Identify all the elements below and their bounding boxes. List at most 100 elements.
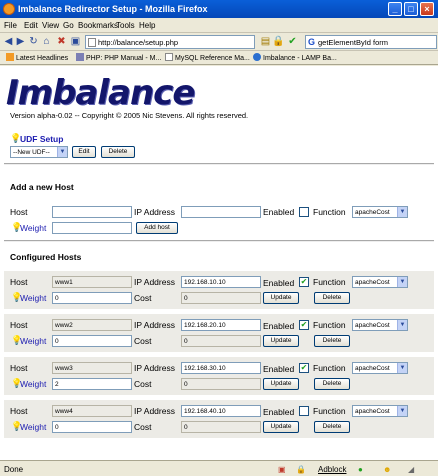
- menu-help[interactable]: Help: [139, 21, 155, 30]
- update-button[interactable]: Update: [263, 421, 299, 433]
- enabled-checkbox[interactable]: ✔: [299, 320, 309, 330]
- ip-input[interactable]: 192.168.10.10: [181, 276, 261, 288]
- weight-link[interactable]: Weight: [20, 336, 46, 346]
- delete-button[interactable]: Delete: [314, 421, 350, 433]
- home-icon[interactable]: ⌂: [41, 36, 52, 47]
- host-input[interactable]: www2: [52, 319, 132, 331]
- update-button[interactable]: Update: [263, 378, 299, 390]
- chevron-down-icon: ▼: [397, 320, 407, 330]
- adblock-label[interactable]: Adblock: [318, 465, 346, 474]
- bookmark-mysql-reference[interactable]: MySQL Reference Ma...: [165, 53, 250, 62]
- popup-blocked-icon[interactable]: ▣: [278, 465, 286, 474]
- weight-input[interactable]: 2: [52, 378, 132, 390]
- function-select[interactable]: apacheCost ▼: [352, 405, 408, 417]
- function-select[interactable]: apacheCost ▼: [352, 319, 408, 331]
- delete-button[interactable]: Delete: [314, 292, 350, 304]
- menu-tools[interactable]: Tools: [116, 21, 135, 30]
- close-button[interactable]: ×: [420, 2, 434, 16]
- forward-icon[interactable]: ▶: [15, 36, 26, 47]
- resize-grip-icon[interactable]: ◢: [408, 465, 414, 474]
- host-input[interactable]: www1: [52, 276, 132, 288]
- menu-go[interactable]: Go: [63, 21, 74, 30]
- url-bar[interactable]: http://balance/setup.php: [85, 35, 255, 49]
- function-label: Function: [313, 406, 346, 416]
- reload-icon[interactable]: ↻: [28, 36, 39, 47]
- ip-input[interactable]: 192.168.40.10: [181, 405, 261, 417]
- menu-file[interactable]: File: [4, 21, 17, 30]
- lightbulb-icon: 💡: [11, 421, 23, 431]
- new-function-select[interactable]: apacheCost ▼: [352, 206, 408, 218]
- bookmark-imbalance[interactable]: Imbalance - LAMP Ba...: [253, 53, 337, 62]
- ip-label: IP Address: [134, 363, 175, 373]
- update-button[interactable]: Update: [263, 292, 299, 304]
- udf-edit-button[interactable]: Edit: [72, 146, 96, 158]
- new-host-input[interactable]: [52, 206, 132, 218]
- weight-link[interactable]: Weight: [20, 422, 46, 432]
- udf-setup-link[interactable]: UDF Setup: [20, 134, 63, 144]
- status-text: Done: [4, 465, 24, 474]
- enabled-checkbox[interactable]: ✔: [299, 277, 309, 287]
- weight-input[interactable]: 0: [52, 335, 132, 347]
- menu-edit[interactable]: Edit: [24, 21, 38, 30]
- bookmark-latest-headlines[interactable]: Latest Headlines: [6, 53, 68, 62]
- url-text: http://balance/setup.php: [98, 38, 179, 47]
- menu-bookmarks[interactable]: Bookmarks: [78, 21, 118, 30]
- host-label: Host: [10, 207, 28, 217]
- cost-input: 0: [181, 335, 261, 347]
- udf-select[interactable]: --New UDF-- ▼: [10, 146, 68, 158]
- host-row: Host www2 IP Address 192.168.20.10 Enabl…: [4, 314, 434, 352]
- rss-icon[interactable]: ▤: [260, 36, 271, 47]
- function-select[interactable]: apacheCost ▼: [352, 362, 408, 374]
- function-label: Function: [313, 320, 346, 330]
- host-label: Host: [10, 406, 28, 416]
- delete-button[interactable]: Delete: [314, 378, 350, 390]
- status-bar: Done ▣ 🔒 Adblock ● ☻ ◢: [0, 460, 438, 476]
- search-text: getElementById form: [318, 38, 389, 47]
- menu-bar: File Edit View Go Bookmarks Tools Help: [0, 18, 438, 33]
- php-bookmark-icon: [76, 53, 84, 61]
- function-select[interactable]: apacheCost ▼: [352, 276, 408, 288]
- page-icon[interactable]: ▣: [70, 36, 81, 47]
- enabled-checkbox[interactable]: ✔: [299, 363, 309, 373]
- add-host-button[interactable]: Add host: [136, 222, 178, 234]
- weight-link[interactable]: Weight: [20, 293, 46, 303]
- cost-input: 0: [181, 421, 261, 433]
- go-check-icon[interactable]: ✔: [287, 36, 298, 47]
- enabled-label: Enabled: [263, 207, 295, 217]
- rss-bookmark-icon: [6, 53, 14, 61]
- smiley-icon: ☻: [383, 465, 392, 474]
- host-label: Host: [10, 320, 28, 330]
- udf-delete-button[interactable]: Delete: [101, 146, 135, 158]
- chevron-down-icon: ▼: [397, 277, 407, 287]
- host-label: Host: [10, 363, 28, 373]
- lightbulb-icon: 💡: [11, 222, 23, 232]
- cost-input: 0: [181, 378, 261, 390]
- minimize-button[interactable]: _: [388, 2, 402, 16]
- ip-input[interactable]: 192.168.20.10: [181, 319, 261, 331]
- url-page-icon: [88, 38, 96, 47]
- search-box[interactable]: G getElementById form: [305, 35, 437, 49]
- bookmark-php-manual[interactable]: PHP: PHP Manual - M...: [76, 53, 161, 62]
- enabled-checkbox[interactable]: [299, 406, 309, 416]
- host-input[interactable]: www4: [52, 405, 132, 417]
- delete-button[interactable]: Delete: [314, 335, 350, 347]
- menu-view[interactable]: View: [42, 21, 59, 30]
- weight-input[interactable]: 0: [52, 421, 132, 433]
- new-ip-input[interactable]: [181, 206, 261, 218]
- weight-link[interactable]: Weight: [20, 223, 46, 233]
- new-weight-input[interactable]: [52, 222, 132, 234]
- host-input[interactable]: www3: [52, 362, 132, 374]
- maximize-button[interactable]: □: [404, 2, 418, 16]
- page-bookmark-icon: [165, 53, 173, 61]
- stop-icon[interactable]: ✖: [56, 36, 67, 47]
- ip-input[interactable]: 192.168.30.10: [181, 362, 261, 374]
- lightbulb-icon: 💡: [10, 133, 22, 143]
- back-icon[interactable]: ◀: [3, 36, 14, 47]
- weight-input[interactable]: 0: [52, 292, 132, 304]
- firefox-icon: [3, 3, 15, 15]
- lock-icon: 🔒: [272, 36, 285, 47]
- new-enabled-checkbox[interactable]: [299, 207, 309, 217]
- weight-link[interactable]: Weight: [20, 379, 46, 389]
- function-label: Function: [313, 277, 346, 287]
- update-button[interactable]: Update: [263, 335, 299, 347]
